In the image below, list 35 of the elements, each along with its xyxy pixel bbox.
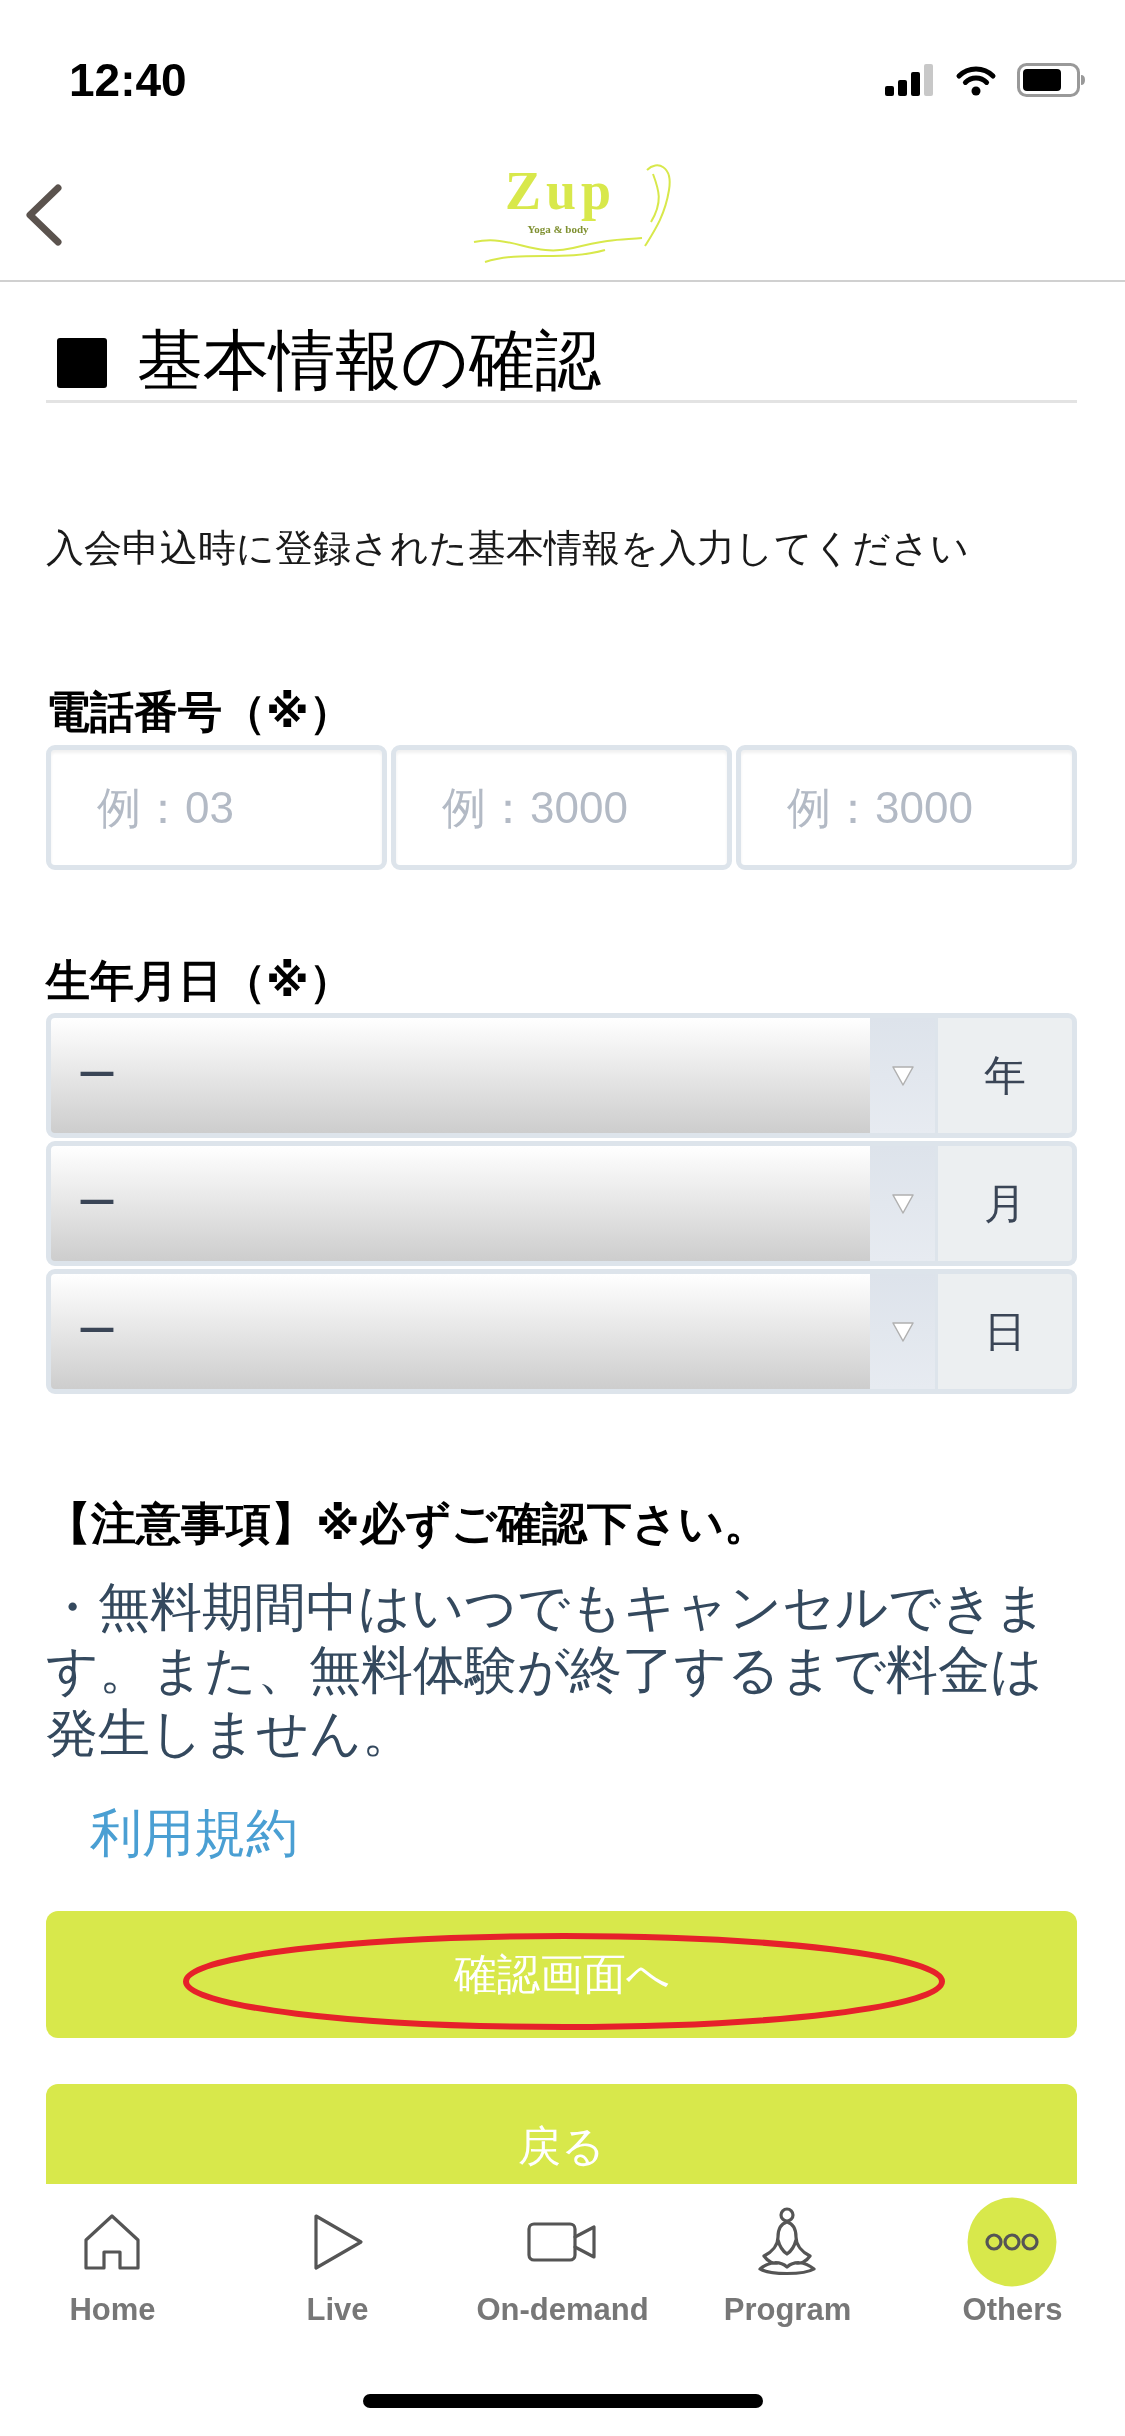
unit-label: 日 [938,1274,1072,1389]
signal-icon [885,64,935,96]
unit-label: 月 [938,1146,1072,1261]
tab[interactable]: Others [962,2197,1063,2328]
dropdown-arrow-icon [890,1320,915,1343]
square-bullet-icon [57,338,107,388]
phone-field[interactable]: 例：03 [46,745,387,870]
instruction-text: 入会申込時に登録された基本情報を入力してください [46,526,970,571]
battery-icon [1017,63,1087,97]
tab[interactable]: On-demand [476,2197,649,2328]
logo-tagline: Yoga & body [527,222,589,236]
phone-field[interactable]: 例：3000 [391,745,732,870]
field-label: 生年月日（※） [46,955,353,1007]
video-camera-icon [527,2221,598,2263]
more-icon [967,2197,1058,2287]
field-label: 電話番号（※） [46,686,353,738]
home-icon [82,2212,143,2272]
terms-link[interactable]: 利用規約 [90,1801,298,1865]
notice-heading: 【注意事項】※必ずご確認下さい。 [46,1497,770,1551]
dropdown-arrow-icon [890,1064,915,1087]
tab[interactable]: Live [306,2197,369,2328]
chevron-left-icon [25,184,63,246]
meditation-figure-icon [756,2206,819,2278]
wifi-icon [955,64,997,96]
tab[interactable]: Home [69,2197,156,2328]
logo-wave-icon [473,236,643,264]
logo-wordmark: Zup [503,160,617,222]
page-title: 基本情報の確認 [137,322,601,399]
back-button[interactable] [25,184,63,246]
unit-label: 年 [938,1018,1072,1133]
status-time: 12:40 [69,54,187,106]
tab[interactable]: Program [723,2197,852,2328]
phone-field[interactable]: 例：3000 [736,745,1077,870]
dropdown-arrow-icon [890,1192,915,1215]
notice-text: ・無料期間中はいつでもキャンセルできます。また、無料体験が終了するまで料金は発生しません。 [46,1577,1048,1764]
